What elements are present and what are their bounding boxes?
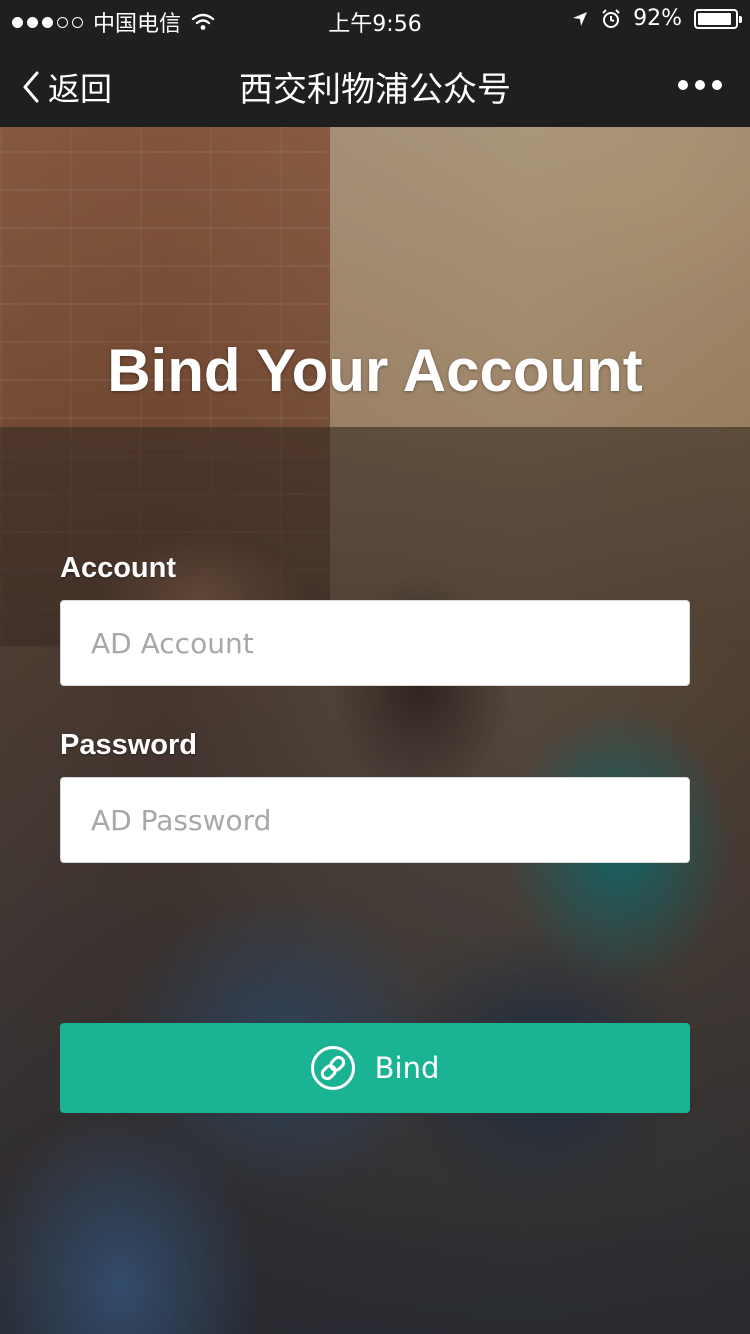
link-icon: [310, 1046, 355, 1090]
status-bar: 中国电信 上午9:56 92%: [0, 0, 750, 40]
battery-fill: [698, 12, 731, 25]
nav-bar: 返回 西交利物浦公众号: [0, 40, 750, 127]
location-arrow-icon: [573, 11, 588, 26]
more-dots-icon[interactable]: [678, 80, 722, 90]
battery-percent: 92%: [633, 6, 682, 31]
status-right: 92%: [571, 6, 742, 31]
battery-icon: [694, 8, 742, 29]
bind-button[interactable]: Bind: [60, 1023, 690, 1113]
form-title: Bind Your Account: [107, 337, 643, 404]
account-input[interactable]: [60, 600, 690, 686]
account-label: Account: [60, 552, 176, 584]
alarm-icon: [602, 8, 620, 28]
password-label: Password: [60, 729, 197, 761]
page-title: 西交利物浦公众号: [239, 70, 511, 110]
password-input[interactable]: [60, 777, 690, 863]
bind-button-label: Bind: [374, 1051, 440, 1085]
